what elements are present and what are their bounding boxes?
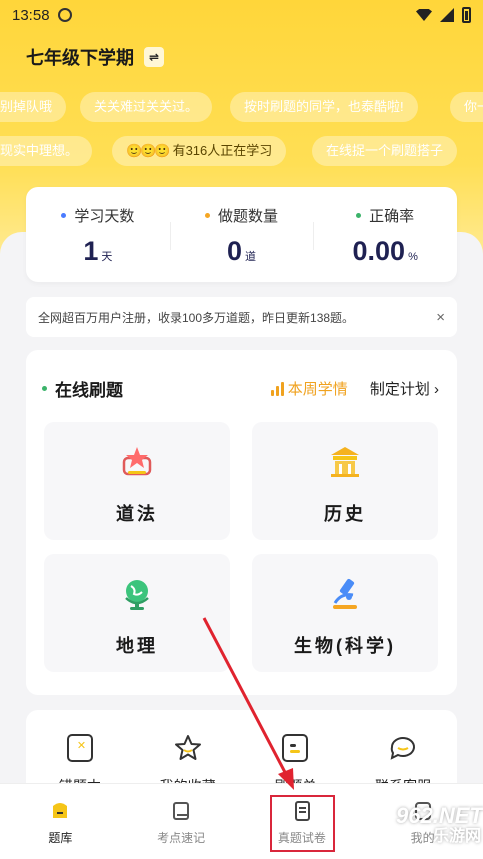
- dot-icon: [61, 213, 67, 218]
- avatar-group-icon: 🙂🙂🙂: [126, 143, 171, 158]
- ticker-chip: 现实中理想。: [0, 136, 93, 166]
- chat-icon: [388, 734, 418, 762]
- watermark-top: 962.NET: [396, 803, 483, 828]
- subject-label: 地理: [116, 636, 158, 656]
- subject-label: 历史: [324, 504, 366, 524]
- status-time: 13:58: [12, 6, 50, 24]
- tab-key-notes[interactable]: 考点速记: [121, 784, 242, 859]
- grade-selector[interactable]: 七年级下学期 ⇌: [26, 44, 164, 70]
- microscope-icon: [325, 574, 365, 614]
- make-plan-link[interactable]: 制定计划 ›: [370, 378, 439, 399]
- subject-geography[interactable]: 地理: [44, 554, 230, 672]
- stat-study-days: 学习天数 1天: [26, 187, 170, 282]
- subject-biology[interactable]: 生物(科学): [252, 554, 438, 672]
- stat-question-count: 做题数量 0道: [169, 187, 314, 282]
- shield-icon: [57, 8, 72, 22]
- watermark-bottom: 乐游网: [432, 828, 481, 845]
- ticker-chip: 按时刷题的同学，也泰酷啦!: [230, 92, 418, 122]
- star-badge-icon: [117, 442, 157, 482]
- wrong-book-icon: ✕: [66, 734, 93, 762]
- stat-unit: 道: [245, 251, 257, 263]
- list-icon: [282, 734, 309, 762]
- subject-label: 生物(科学): [294, 636, 396, 656]
- globe-icon: [117, 574, 157, 614]
- close-icon[interactable]: ×: [436, 309, 445, 326]
- museum-icon: [325, 442, 365, 482]
- stat-value: 0: [226, 236, 243, 266]
- stat-unit: %: [408, 251, 418, 263]
- weekly-report-label: 本周学情: [287, 381, 348, 398]
- status-bar: 13:58: [0, 0, 483, 30]
- question-bank-icon: [53, 803, 68, 818]
- signal-icon: [440, 8, 454, 22]
- wifi-icon: [416, 9, 432, 21]
- ticker-chip: 关关难过关关过。: [80, 92, 213, 122]
- section-title: 在线刷题: [42, 376, 123, 401]
- grade-title: 七年级下学期: [26, 48, 134, 68]
- subject-label: 道法: [116, 504, 158, 524]
- notice-bar: 全网超百万用户注册，收录100多万道题，昨日更新138题。 ×: [26, 297, 457, 337]
- stats-card: 学习天数 1天 做题数量 0道 正确率 0.00%: [26, 187, 457, 282]
- subject-history[interactable]: 历史: [252, 422, 438, 540]
- weekly-report-link[interactable]: 本周学情: [270, 378, 348, 399]
- tab-label: 题库: [48, 831, 73, 845]
- ticker-chip-learners: 🙂🙂🙂 有316人正在学习: [112, 136, 287, 166]
- learners-text: 有316人正在学习: [172, 143, 273, 158]
- subject-daofa[interactable]: 道法: [44, 422, 230, 540]
- star-outline-icon: [174, 734, 202, 762]
- ticker-chip: 别掉队哦: [0, 92, 67, 122]
- dot-icon: [356, 213, 362, 218]
- tab-question-bank[interactable]: 题库: [0, 784, 121, 859]
- dot-icon: [205, 213, 210, 218]
- notebook-icon: [173, 802, 190, 820]
- dot-icon: [42, 386, 47, 391]
- highlight-box: [270, 795, 335, 852]
- stat-unit: 天: [101, 251, 113, 263]
- bar-chart-icon: [270, 381, 284, 396]
- watermark-logo: 962.NET 乐游网: [396, 803, 483, 857]
- ticker-chip: 你一: [450, 92, 483, 122]
- battery-icon: [462, 7, 471, 23]
- switch-grade-icon[interactable]: ⇌: [144, 47, 164, 67]
- notice-text: 全网超百万用户注册，收录100多万道题，昨日更新138题。: [38, 310, 355, 325]
- tab-label: 考点速记: [157, 831, 206, 845]
- stat-value: 0.00: [352, 236, 406, 266]
- section-title-text: 在线刷题: [55, 381, 123, 400]
- stat-label: 学习天数: [74, 208, 135, 225]
- stat-label: 做题数量: [218, 208, 279, 225]
- stat-accuracy: 正确率 0.00%: [313, 187, 457, 282]
- make-plan-label: 制定计划: [369, 381, 430, 398]
- stat-value: 1: [83, 236, 99, 266]
- online-practice-card: 在线刷题 本周学情 制定计划 › 道法 历史 地理 生物(科学): [26, 350, 457, 695]
- stat-label: 正确率: [369, 208, 415, 225]
- ticker-chip: 在线捉一个刷题搭子: [312, 136, 458, 166]
